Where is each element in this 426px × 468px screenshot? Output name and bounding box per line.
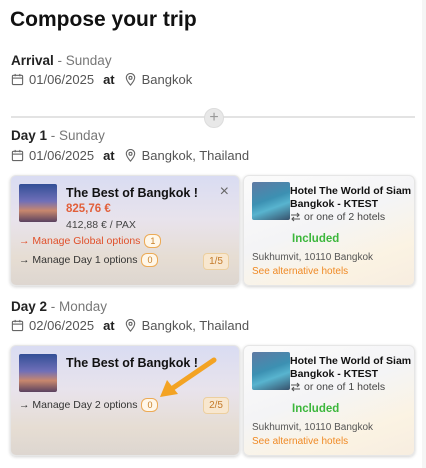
arrival-header: Arrival - Sunday xyxy=(11,53,112,68)
day1-meta: 01/06/2025 at Bangkok, Thailand xyxy=(11,148,249,163)
hotel-alternatives: or one of 2 hotels xyxy=(290,211,385,223)
see-alternative-hotels-link[interactable]: See alternative hotels xyxy=(252,436,348,447)
day2-hotel-card[interactable]: Hotel The World of Siam Bangkok - KTEST … xyxy=(243,345,415,456)
plus-icon: + xyxy=(209,109,219,126)
activity-thumbnail xyxy=(19,354,57,392)
day1-weekday: - Sunday xyxy=(47,128,105,143)
calendar-icon xyxy=(11,149,24,162)
activity-thumbnail xyxy=(19,184,57,222)
calendar-icon xyxy=(11,319,24,332)
day1-header: Day 1 - Sunday xyxy=(11,128,105,143)
arrival-meta: 01/06/2025 at Bangkok xyxy=(11,72,192,87)
close-icon[interactable]: × xyxy=(220,184,229,200)
day1-hotel-card[interactable]: Hotel The World of Siam Bangkok - KTEST … xyxy=(243,175,415,286)
day1-options-count-badge: 0 xyxy=(141,253,159,267)
hotel-name: Hotel The World of Siam Bangkok - KTEST xyxy=(290,185,412,210)
location-pin-icon xyxy=(125,73,135,86)
day2-label: Day 2 xyxy=(11,299,48,314)
hotel-name: Hotel The World of Siam Bangkok - KTEST xyxy=(290,355,412,380)
location-pin-icon xyxy=(125,149,135,162)
day2-header: Day 2 - Monday xyxy=(11,299,107,314)
hotel-address: Sukhumvit, 10110 Bangkok xyxy=(252,252,374,263)
activity-per-pax: 412,88 € / PAX xyxy=(66,219,136,231)
swap-icon xyxy=(291,382,300,392)
day2-at: at xyxy=(103,318,115,333)
orange-arrow-icon xyxy=(160,357,217,397)
hotel-status: Included xyxy=(292,403,340,415)
day2-weekday: - Monday xyxy=(47,299,108,314)
activity-title: The Best of Bangkok ! xyxy=(66,186,198,200)
day1-label: Day 1 xyxy=(11,128,48,143)
arrival-weekday: - Sunday xyxy=(53,53,112,68)
arrival-location: Bangkok xyxy=(141,72,193,87)
activity-price: 825,76 € xyxy=(66,203,111,215)
day2-location: Bangkok, Thailand xyxy=(141,318,250,333)
manage-global-options-link[interactable]: → Manage Global options 1 xyxy=(19,234,162,248)
hotel-alternatives: or one of 1 hotels xyxy=(290,381,385,393)
hotel-thumbnail xyxy=(252,182,290,220)
scrollbar[interactable] xyxy=(422,0,426,468)
arrival-at: at xyxy=(103,72,115,87)
day1-at: at xyxy=(103,148,115,163)
page-title: Compose your trip xyxy=(10,8,197,31)
hotel-alternatives-text: or one of 2 hotels xyxy=(304,211,386,223)
hotel-alternatives-text: or one of 1 hotels xyxy=(304,381,386,393)
hotel-thumbnail xyxy=(252,352,290,390)
global-options-count-badge: 1 xyxy=(144,234,162,248)
hotel-status: Included xyxy=(292,233,340,245)
day1-activity-card[interactable]: The Best of Bangkok ! × 825,76 € 412,88 … xyxy=(10,175,240,286)
manage-day2-options-label: → Manage Day 2 options xyxy=(19,399,138,411)
activity-pager[interactable]: 1/5 xyxy=(203,253,229,270)
day2-meta: 02/06/2025 at Bangkok, Thailand xyxy=(11,318,249,333)
day1-date: 01/06/2025 xyxy=(29,148,95,163)
manage-day2-options-link[interactable]: → Manage Day 2 options 0 xyxy=(19,398,159,412)
day2-date: 02/06/2025 xyxy=(29,318,95,333)
manage-day1-options-link[interactable]: → Manage Day 1 options 0 xyxy=(19,253,159,267)
location-pin-icon xyxy=(125,319,135,332)
arrival-label: Arrival xyxy=(11,53,54,68)
hotel-address: Sukhumvit, 10110 Bangkok xyxy=(252,422,374,433)
manage-global-options-label: → Manage Global options xyxy=(19,235,141,247)
day2-options-count-badge: 0 xyxy=(141,398,159,412)
swap-icon xyxy=(291,212,300,222)
arrival-date: 01/06/2025 xyxy=(29,72,95,87)
day1-location: Bangkok, Thailand xyxy=(141,148,250,163)
manage-day1-options-label: → Manage Day 1 options xyxy=(19,254,138,266)
add-step-button[interactable]: + xyxy=(204,108,224,128)
calendar-icon xyxy=(11,73,24,86)
see-alternative-hotels-link[interactable]: See alternative hotels xyxy=(252,266,348,277)
